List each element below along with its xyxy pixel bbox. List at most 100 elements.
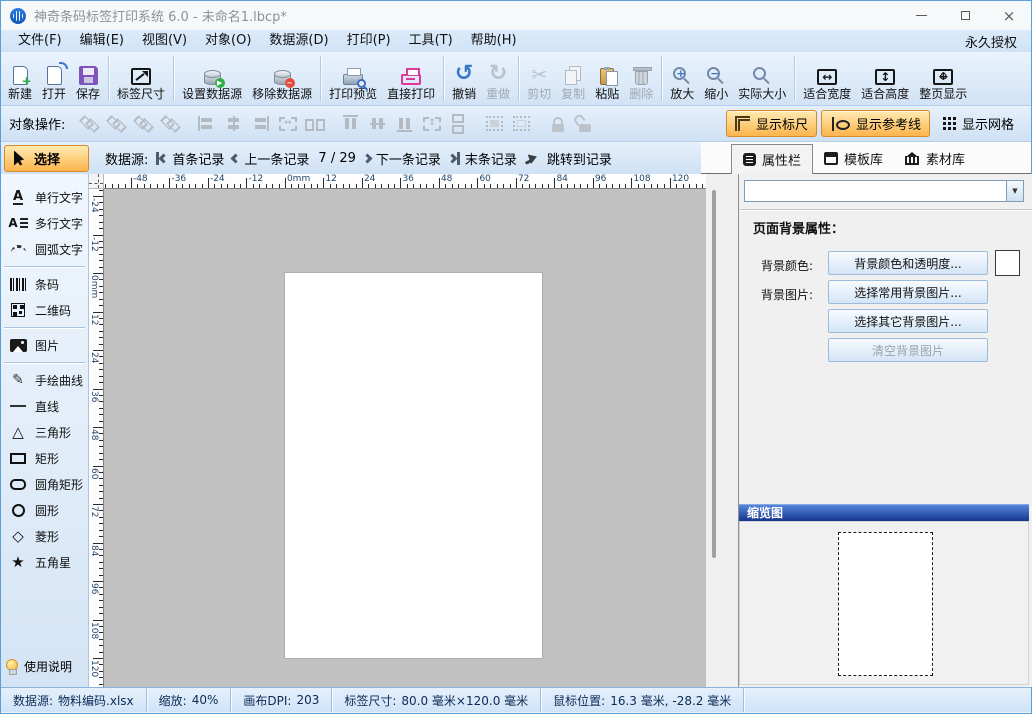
object-operations-label: 对象操作: <box>9 114 65 133</box>
lock-icon <box>552 116 564 132</box>
print-preview-button[interactable]: 打印预览 <box>324 52 382 105</box>
tool-straight-line[interactable]: 直线 <box>1 393 88 419</box>
label-size-icon <box>131 68 151 85</box>
help-button[interactable]: 使用说明 <box>6 658 72 675</box>
set-datasource-button[interactable]: ▶设置数据源 <box>177 52 247 105</box>
menu-item-datasource[interactable]: 数据源(D) <box>260 30 337 52</box>
unlock-icon <box>579 116 591 132</box>
choose-common-bg-image-button[interactable]: 选择常用背景图片... <box>828 280 988 304</box>
tool-multi-line-text[interactable]: A多行文字 <box>1 210 88 236</box>
full-page-button[interactable]: ↔↕整页显示 <box>914 52 972 105</box>
redo-icon: ↻ <box>489 63 507 85</box>
tool-rectangle[interactable]: 矩形 <box>1 445 88 471</box>
background-color-button[interactable]: 背景颜色和透明度... <box>828 251 988 275</box>
background-image-label: 背景图片: <box>761 286 813 303</box>
straight-line-icon <box>10 405 26 407</box>
tool-circle[interactable]: 圆形 <box>1 497 88 523</box>
thumbnail-area <box>739 521 1029 685</box>
select-cursor-icon <box>14 151 25 166</box>
combobox-dropdown-button[interactable]: ▼ <box>1006 181 1023 201</box>
close-button[interactable]: × <box>987 1 1031 30</box>
select-tool-button[interactable]: 选择 <box>4 145 89 172</box>
tool-image[interactable]: 图片 <box>1 332 88 358</box>
label-page[interactable] <box>285 273 542 658</box>
record-nav-bar: 选择 数据源: 首条记录上一条记录7 / 29下一条记录末条记录跳转到记录 属性… <box>1 142 1031 174</box>
menu-item-file[interactable]: 文件(F) <box>9 30 71 52</box>
previous-record-button[interactable]: 上一条记录7 / 29 <box>232 149 355 168</box>
move-forward-button <box>104 111 129 136</box>
fit-height-label: 适合高度 <box>861 88 909 101</box>
undo-button[interactable]: ↺撤销 <box>447 52 481 105</box>
thumbnail-page-preview[interactable] <box>838 532 933 676</box>
menu-item-object[interactable]: 对象(O) <box>196 30 260 52</box>
zoom-in-button[interactable]: +放大 <box>665 52 699 105</box>
align-center-horizontal-icon <box>225 116 242 131</box>
tool-star[interactable]: ★五角星 <box>1 549 88 575</box>
tool-barcode-label: 条码 <box>35 276 59 293</box>
thumbnail-header: 缩览图 <box>739 504 1029 521</box>
zoom-out-button[interactable]: −缩小 <box>699 52 733 105</box>
menu-item-edit[interactable]: 编辑(E) <box>71 30 133 52</box>
save-button[interactable]: 保存 <box>71 52 105 105</box>
next-record-button[interactable]: 下一条记录 <box>364 149 441 168</box>
minimize-button[interactable] <box>899 1 943 30</box>
next-record-label: 下一条记录 <box>376 149 441 168</box>
last-record-button[interactable]: 末条记录 <box>449 149 517 168</box>
align-top-button <box>338 111 363 136</box>
jump-to-record-label: 跳转到记录 <box>547 149 612 168</box>
actual-size-button[interactable]: 实际大小 <box>733 52 791 105</box>
direct-print-button[interactable]: 直接打印 <box>382 52 440 105</box>
tab-materials[interactable]: 素材库 <box>894 142 976 174</box>
copy-label: 复制 <box>561 88 585 101</box>
direct-print-icon <box>401 66 421 85</box>
label-size-button[interactable]: 标签尺寸 <box>112 52 170 105</box>
object-selector-combobox[interactable]: ▼ <box>744 180 1024 202</box>
tool-diamond[interactable]: ◇菱形 <box>1 523 88 549</box>
paste-button[interactable]: 粘贴 <box>590 52 624 105</box>
show-guides-label: 显示参考线 <box>856 114 921 133</box>
print-preview-icon <box>343 66 363 85</box>
status-zoom-label: 缩放: <box>159 692 187 709</box>
canvas-scrollbar-thumb[interactable] <box>712 190 716 558</box>
remove-datasource-button[interactable]: −移除数据源 <box>247 52 317 105</box>
fit-height-button[interactable]: ↕适合高度 <box>856 52 914 105</box>
fit-width-button[interactable]: ↔适合宽度 <box>798 52 856 105</box>
tool-qrcode[interactable]: 二维码 <box>1 297 88 323</box>
choose-other-bg-image-button[interactable]: 选择其它背景图片... <box>828 309 988 333</box>
actual-size-label: 实际大小 <box>738 88 786 101</box>
maximize-icon <box>961 11 970 20</box>
tool-triangle[interactable]: △三角形 <box>1 419 88 445</box>
menu-item-print[interactable]: 打印(P) <box>338 30 400 52</box>
tab-properties[interactable]: 属性栏 <box>731 144 813 174</box>
menu-item-view[interactable]: 视图(V) <box>133 30 196 52</box>
open-document-button[interactable]: 打开 <box>37 52 71 105</box>
tool-barcode[interactable]: 条码 <box>1 271 88 297</box>
menu-item-tools[interactable]: 工具(T) <box>400 30 462 52</box>
tool-rounded-rectangle[interactable]: 圆角矩形 <box>1 471 88 497</box>
new-document-button[interactable]: +新建 <box>3 52 37 105</box>
canvas-scrollbar-track[interactable] <box>706 174 738 687</box>
app-logo-icon <box>10 8 26 24</box>
maximize-button[interactable] <box>943 1 987 30</box>
move-backward-icon <box>134 116 153 132</box>
jump-to-record-button[interactable]: 跳转到记录 <box>525 149 612 168</box>
menu-item-help[interactable]: 帮助(H) <box>462 30 526 52</box>
remove-datasource-label: 移除数据源 <box>252 88 312 101</box>
design-canvas[interactable] <box>104 189 706 687</box>
show-grid-toggle[interactable]: 显示网格 <box>934 110 1023 137</box>
tab-templates[interactable]: 模板库 <box>813 142 894 174</box>
save-label: 保存 <box>76 88 100 101</box>
show-ruler-toggle[interactable]: 显示标尺 <box>726 110 817 137</box>
fit-width-icon: ↔ <box>817 69 837 85</box>
cut-icon: ✂ <box>531 65 547 85</box>
first-record-button[interactable]: 首条记录 <box>156 149 224 168</box>
tool-arc-text[interactable]: 圆弧文字 <box>1 236 88 262</box>
status-mouse-position-label: 鼠标位置: <box>553 692 605 709</box>
show-grid-label: 显示网格 <box>962 114 1014 133</box>
workspace: A单行文字A多行文字圆弧文字条码二维码图片 ✎手绘曲线直线△三角形矩形圆角矩形圆形… <box>1 174 1031 687</box>
tool-single-line-text[interactable]: A单行文字 <box>1 184 88 210</box>
tool-freehand-curve[interactable]: ✎手绘曲线 <box>1 367 88 393</box>
background-color-swatch[interactable] <box>995 250 1020 276</box>
first-record-icon <box>156 152 167 165</box>
show-guides-toggle[interactable]: 显示参考线 <box>821 110 930 137</box>
